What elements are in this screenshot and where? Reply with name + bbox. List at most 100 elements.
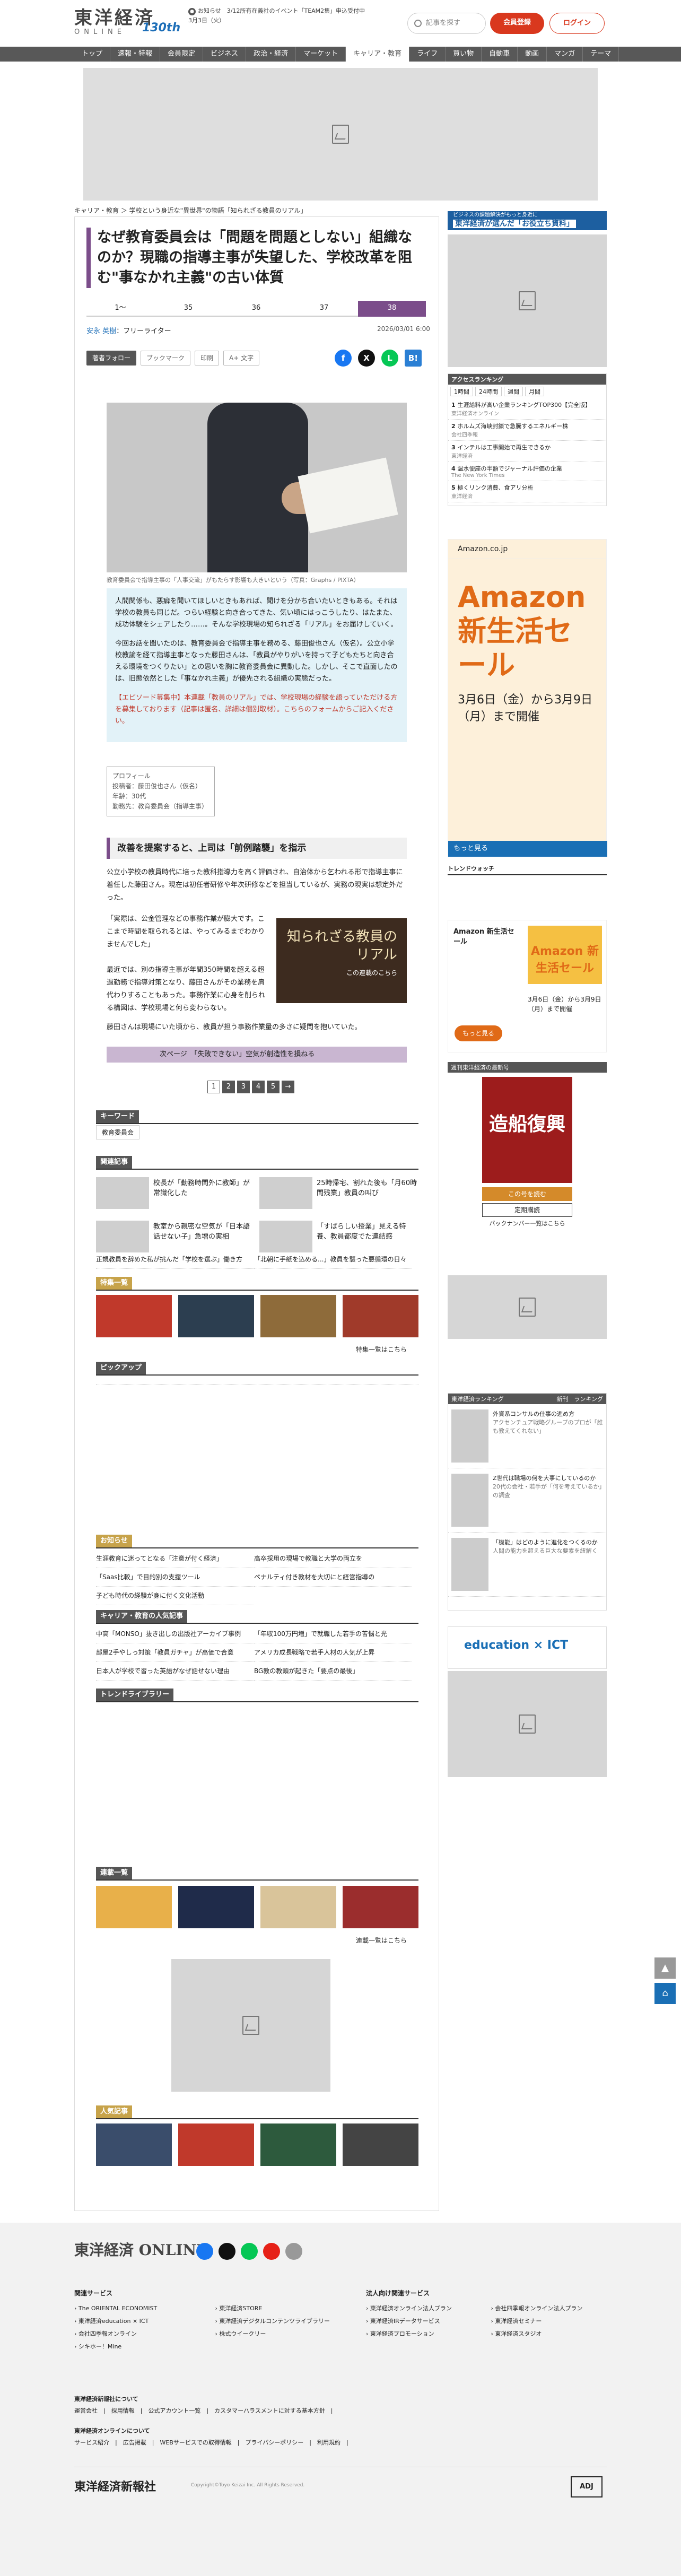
search-input[interactable]: 記事を探す <box>407 13 486 34</box>
article-part-tab[interactable]: 38 <box>358 301 426 317</box>
nav-item[interactable]: 会員限定 <box>160 47 204 62</box>
notice-text[interactable]: 3/12所有在義社のイベント「TEAM2集」申込受付中 <box>227 7 365 14</box>
ninki-card[interactable] <box>178 2124 254 2166</box>
ranking-tab[interactable]: 月間 <box>525 387 544 396</box>
article-part-tab[interactable]: 35 <box>154 301 222 317</box>
ninki-card[interactable] <box>96 2124 172 2166</box>
notice-area[interactable]: ● お知らせ 3/12所有在義社のイベント「TEAM2集」申込受付中 3月3日（火… <box>188 6 365 25</box>
line-icon[interactable]: L <box>381 350 398 367</box>
footer-link[interactable]: › 東洋経済education × ICT <box>74 2315 209 2328</box>
footer-logo[interactable]: 東洋経済 ONLINE <box>74 2239 207 2260</box>
amazon-ad-2[interactable]: Amazon 新生活セール Amazon 新生活セール 3月6日（金）から3月9… <box>448 920 607 1052</box>
related-item[interactable]: 校長が「勤務時間外に教師」が常識化した <box>96 1177 255 1209</box>
read-issue-button[interactable]: この号を読む <box>482 1187 572 1201</box>
ninki-card[interactable] <box>343 2124 418 2166</box>
tokushu-card[interactable] <box>343 1295 418 1337</box>
mid-ad-placeholder[interactable] <box>171 1959 330 2092</box>
amazon-ad[interactable]: Amazon.co.jp Amazon新生活セール 3月6日（金）から3月9日（… <box>448 539 607 857</box>
nav-item[interactable]: テーマ <box>583 47 619 62</box>
nav-item[interactable]: ビジネス <box>203 47 247 62</box>
ranking-item[interactable]: 2 ホルムズ海峡封鎖で急騰するエネルギー株 会社四季報 <box>448 420 606 441</box>
tokushu-card[interactable] <box>178 1295 254 1337</box>
facebook-icon[interactable] <box>196 2243 213 2260</box>
ranking-tab[interactable]: 24時間 <box>475 387 502 396</box>
book-item[interactable]: 「機能」はどのように進化をつくるのか 人間の能力を超える巨大な要素を紐解く <box>448 1533 606 1597</box>
nav-item[interactable]: 動画 <box>518 47 547 62</box>
related-text-item[interactable]: 正規教員を辞めた私が挑んだ「学校を選ぶ」働き方 <box>96 1250 254 1269</box>
footer-link[interactable]: › シキホー！Mine <box>74 2340 209 2353</box>
login-button[interactable]: ログイン <box>549 13 605 34</box>
author-name[interactable]: 安永 英樹 <box>86 327 116 335</box>
nav-item[interactable]: ライフ <box>409 47 446 62</box>
footer-link[interactable]: › 東洋経済セミナー <box>491 2315 610 2328</box>
pr-item[interactable]: 生涯教育に迷ってとなる「注意が付く経済」 <box>96 1550 254 1568</box>
rss-icon[interactable] <box>285 2243 302 2260</box>
page-link[interactable]: 2 <box>222 1081 235 1093</box>
pr-item[interactable]: 子ども時代の経験が身に付く文化活動 <box>96 1587 254 1605</box>
footer-link[interactable]: 採用情報 | <box>111 2407 149 2414</box>
magazine-cover[interactable]: 造船復興 <box>482 1077 572 1183</box>
tab-new[interactable]: 新刊 <box>556 1396 568 1403</box>
side-ad-2[interactable] <box>448 1275 607 1339</box>
pr-item[interactable]: 「Saas比較」で目的別の支援ツール <box>96 1568 254 1587</box>
pr-item[interactable]: ペナルティ付き教材を大切にと経営指導の <box>254 1568 412 1587</box>
footer-link[interactable]: › 会社四季報オンライン <box>74 2328 209 2340</box>
nav-item[interactable]: 自動車 <box>482 47 518 62</box>
footer-link[interactable]: › 会社四季報オンライン法人プラン <box>491 2302 610 2315</box>
subscribe-button[interactable]: 定期購読 <box>482 1203 572 1217</box>
top-ad-placeholder[interactable] <box>83 68 598 201</box>
footer-link[interactable]: › 株式ウイークリー <box>215 2328 351 2340</box>
x-icon[interactable] <box>219 2243 235 2260</box>
rensai-card[interactable] <box>178 1886 254 1928</box>
page-link[interactable]: 5 <box>267 1081 280 1093</box>
education-ict-banner[interactable]: education × ICT <box>448 1626 607 1669</box>
pr-item[interactable]: 高卒採用の現場で教職と大学の両立を <box>254 1550 412 1568</box>
article-part-tab[interactable]: 1〜 <box>86 301 154 317</box>
episode-recruit-text[interactable]: 【エピソード募集中】本連載「教員のリアル」では、学校現場の経験を語っていただける… <box>115 692 398 727</box>
page-link[interactable]: → <box>282 1081 294 1093</box>
related-text-item[interactable]: 「北朝に手紙を込める...」教員を襲った悪循環の日々 <box>254 1250 412 1269</box>
related-item[interactable]: 「すばらしい授業」見える特養、教員都度でた連結感 <box>259 1221 418 1252</box>
series-book-ad[interactable]: 知られざる教員のリアル この連載のこちら <box>276 918 407 1003</box>
career-item[interactable]: 「年収100万円増」で就職した若手の苦悩と光 <box>254 1625 412 1643</box>
page-link[interactable]: 4 <box>252 1081 265 1093</box>
footer-link[interactable]: 公式アカウント一覧 | <box>148 2407 214 2414</box>
site-logo[interactable]: 東洋経済 ONLINE 130th <box>74 3 180 36</box>
footer-link[interactable]: カスタマーハラスメントに対する基本方針 | <box>214 2407 338 2414</box>
rensai-card[interactable] <box>260 1886 336 1928</box>
nav-item[interactable]: 速報・特報 <box>110 47 161 62</box>
sidebar-banner[interactable]: ビジネスの課題解決がもっと身近に 東洋経済が選んだ「お役立ち資料」 <box>448 211 607 230</box>
career-item[interactable]: 日本人が学校で習った英語がなぜ話せない理由 <box>96 1662 254 1681</box>
career-item[interactable]: BG教の教頭が起きた「要点の最後」 <box>254 1662 412 1681</box>
page-link[interactable]: 1 <box>207 1081 220 1093</box>
article-part-tab[interactable]: 37 <box>290 301 358 317</box>
footer-link[interactable]: › 東洋経済オンライン法人プラン <box>366 2302 485 2315</box>
next-page-link[interactable]: 次ページ 「失敗できない」空気が創造性を損ねる <box>107 1047 407 1063</box>
footer-link[interactable]: WEBサービスでの取得情報 | <box>160 2439 245 2446</box>
print-button[interactable]: 印刷 <box>195 351 220 365</box>
side-ad-3[interactable] <box>448 1671 607 1777</box>
ninki-card[interactable] <box>260 2124 336 2166</box>
tab-ranking[interactable]: ランキング <box>574 1396 603 1403</box>
footer-link[interactable]: › 東洋経済プロモーション <box>366 2328 485 2340</box>
ranking-tab[interactable]: 1時間 <box>450 387 473 396</box>
footer-link[interactable]: 広告掲載 | <box>123 2439 160 2446</box>
related-item[interactable]: 25時帰宅、割れた後も「月60時間残業」教員の叫び <box>259 1177 418 1209</box>
follow-author-button[interactable]: 著者フォロー <box>86 351 137 365</box>
career-item[interactable]: アメリカ成長戦略で若手人材の人気が上昇 <box>254 1643 412 1662</box>
font-size-button[interactable]: A+ 文字 <box>223 351 260 365</box>
keyword-tag[interactable]: 教育委員会 <box>96 1125 140 1139</box>
nav-item[interactable]: マーケット <box>296 47 346 62</box>
nav-item[interactable]: 買い物 <box>446 47 482 62</box>
career-item[interactable]: 中高「MONSO」抜き出しの出版社アーカイブ事例 <box>96 1625 254 1643</box>
book-item[interactable]: Z世代は職場の何を大事にしているのか 20代の会社・若手が「何を考えているか」の調… <box>448 1468 606 1533</box>
tokushu-card[interactable] <box>260 1295 336 1337</box>
footer-link[interactable]: サービス紹介 | <box>74 2439 123 2446</box>
bookmark-button[interactable]: ブックマーク <box>141 351 191 365</box>
backnumber-link[interactable]: バックナンバー一覧はこちら <box>448 1219 607 1228</box>
x-icon[interactable]: X <box>358 350 375 367</box>
ranking-item[interactable]: 1 生涯給料が高い企業ランキングTOP300【完全版】 東洋経済オンライン <box>448 398 606 420</box>
page-link[interactable]: 3 <box>237 1081 250 1093</box>
home-button[interactable]: ⌂ <box>654 1983 676 2004</box>
amazon2-more-button[interactable]: もっと見る <box>455 1025 502 1041</box>
